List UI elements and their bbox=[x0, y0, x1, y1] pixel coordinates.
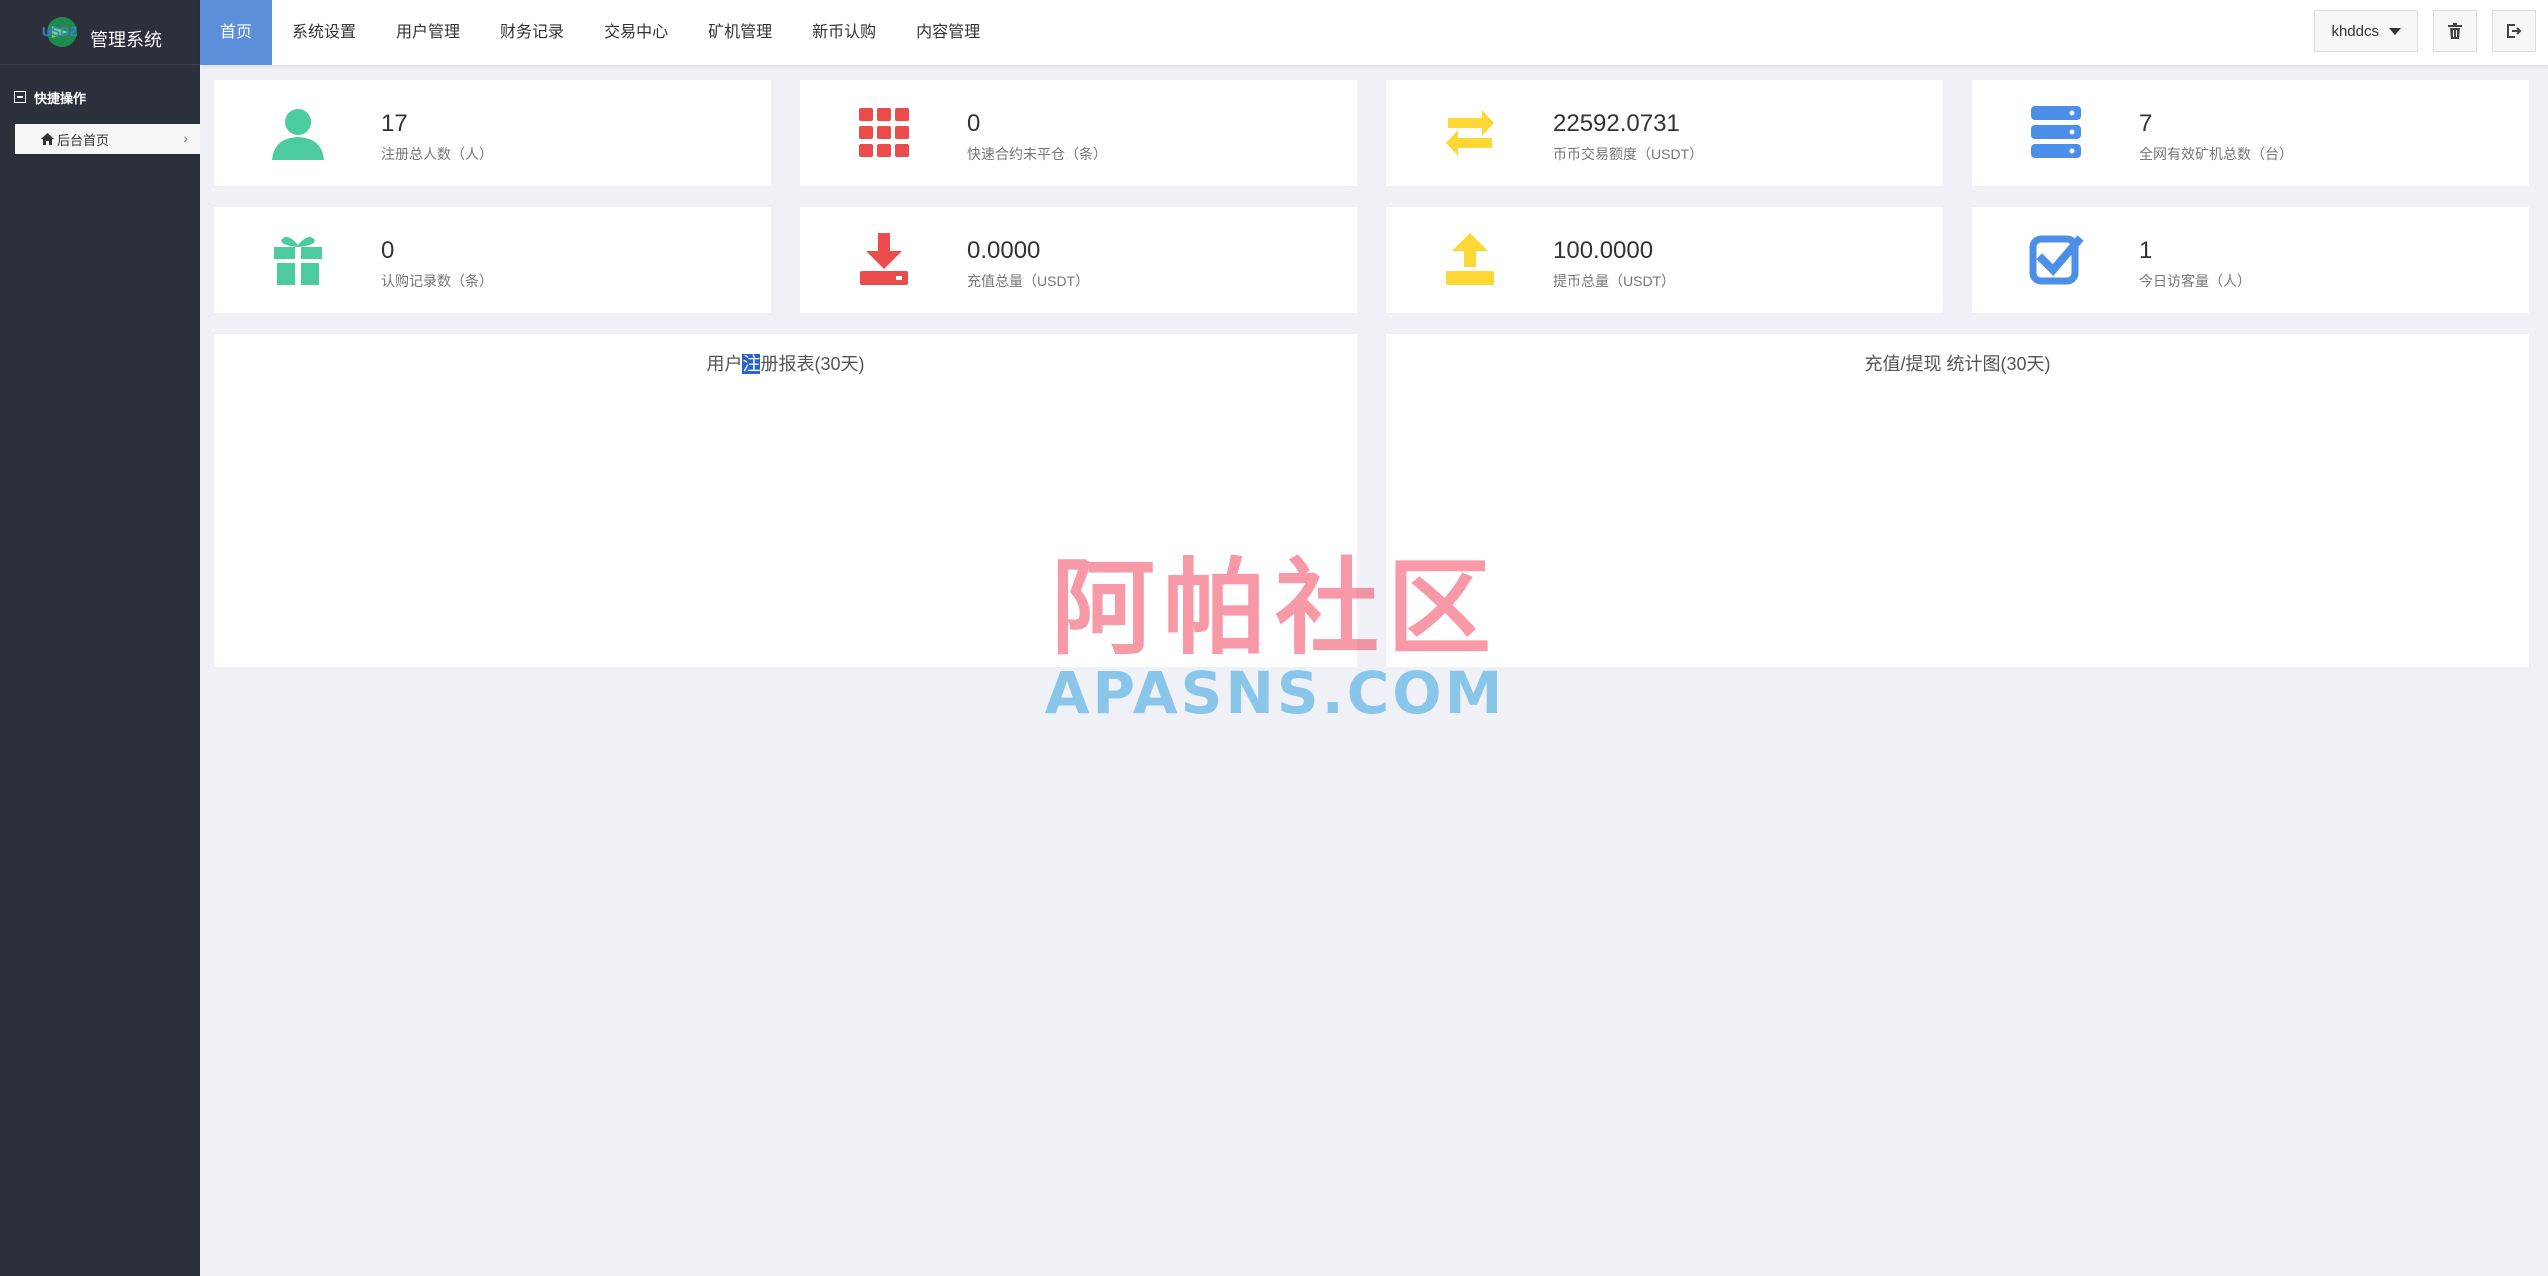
nav-finance-records[interactable]: 财务记录 bbox=[480, 0, 584, 65]
stat-value: 0.0000 bbox=[967, 237, 1041, 264]
stat-value: 100.0000 bbox=[1553, 237, 1654, 264]
nav-system-settings[interactable]: 系统设置 bbox=[272, 0, 376, 65]
title-part: 册报表(30天) bbox=[760, 354, 865, 374]
gift-icon bbox=[274, 237, 322, 285]
logout-button[interactable] bbox=[2492, 10, 2536, 52]
stat-label: 注册总人数（人） bbox=[381, 146, 493, 162]
watermark-cn: 阿帕社区 bbox=[1050, 547, 1499, 669]
nav-miner-management[interactable]: 矿机管理 bbox=[688, 0, 792, 65]
stat-value: 22592.0731 bbox=[1553, 110, 1680, 137]
sidebar-item-label: 后台首页 bbox=[57, 132, 110, 148]
home-icon bbox=[41, 133, 54, 145]
trash-icon bbox=[2448, 23, 2462, 39]
stat-label: 币币交易额度（USDT） bbox=[1553, 146, 1704, 162]
stat-label: 认购记录数（条） bbox=[381, 273, 493, 289]
sidebar-item-dashboard[interactable]: 后台首页 › bbox=[15, 124, 200, 154]
stat-label: 今日访客量（人） bbox=[2139, 273, 2251, 289]
username: khddcs bbox=[2331, 22, 2379, 40]
nav-trading-center[interactable]: 交易中心 bbox=[584, 0, 688, 65]
user-icon bbox=[272, 109, 324, 160]
title-part: 用户 bbox=[706, 354, 743, 374]
stat-card-open-contracts: 0 快速合约未平仓（条） bbox=[800, 80, 1357, 186]
stat-label: 提币总量（USDT） bbox=[1553, 273, 1676, 289]
check-square-icon bbox=[2029, 235, 2084, 285]
grid-icon bbox=[859, 108, 909, 157]
stat-card-active-miners: 7 全网有效矿机总数（台） bbox=[1972, 80, 2529, 186]
nav-user-management[interactable]: 用户管理 bbox=[376, 0, 480, 65]
stat-card-trade-volume: 22592.0731 币币交易额度（USDT） bbox=[1386, 80, 1943, 186]
stat-card-total-deposit: 0.0000 充值总量（USDT） bbox=[800, 207, 1357, 313]
watermark-en: APASNS.COM bbox=[1044, 659, 1506, 727]
nav-content-management[interactable]: 内容管理 bbox=[896, 0, 1000, 65]
upload-icon bbox=[1446, 233, 1494, 285]
quick-actions-title: 快捷操作 bbox=[34, 90, 87, 106]
stat-value: 0 bbox=[967, 110, 981, 137]
stat-card-registered-users: 17 注册总人数（人） bbox=[214, 80, 771, 186]
title-selected-part: 注 bbox=[742, 354, 761, 374]
user-menu-button[interactable]: khddcs bbox=[2314, 10, 2418, 52]
quick-actions-header[interactable]: 快捷操作 bbox=[0, 87, 200, 107]
collapse-icon[interactable] bbox=[14, 91, 26, 103]
stat-card-total-withdrawal: 100.0000 提币总量（USDT） bbox=[1386, 207, 1943, 313]
clear-cache-button[interactable] bbox=[2433, 10, 2477, 52]
main-nav: 首页 系统设置 用户管理 财务记录 交易中心 矿机管理 新币认购 内容管理 bbox=[200, 0, 2548, 65]
caret-down-icon bbox=[2389, 27, 2401, 35]
stat-label: 全网有效矿机总数（台） bbox=[2139, 146, 2293, 162]
download-icon bbox=[860, 233, 908, 285]
header-actions: khddcs bbox=[2314, 10, 2536, 52]
nav-home[interactable]: 首页 bbox=[200, 0, 273, 65]
watermark: 阿帕社区 APASNS.COM bbox=[1030, 555, 1520, 725]
logo-mark: USDZ bbox=[38, 12, 84, 52]
stat-label: 充值总量（USDT） bbox=[967, 273, 1090, 289]
stat-label: 快速合约未平仓（条） bbox=[967, 146, 1107, 162]
chevron-right-icon: › bbox=[183, 130, 188, 146]
deposit-withdrawal-chart-title: 充值/提现 统计图(30天) bbox=[1864, 354, 2051, 374]
stat-value: 1 bbox=[2139, 237, 2153, 264]
app-title: 管理系统 bbox=[90, 30, 162, 50]
stat-value: 17 bbox=[381, 110, 408, 137]
logout-icon bbox=[2507, 24, 2522, 38]
stat-value: 7 bbox=[2139, 110, 2153, 137]
stat-card-today-visitors: 1 今日访客量（人） bbox=[1972, 207, 2529, 313]
user-registration-chart-title: 用户注册报表(30天) bbox=[214, 350, 1357, 376]
stat-value: 0 bbox=[381, 237, 395, 264]
deposit-withdrawal-chart-panel: 充值/提现 统计图(30天) bbox=[1386, 334, 2529, 667]
server-icon bbox=[2031, 106, 2081, 158]
topbar: 首页 系统设置 用户管理 财务记录 交易中心 矿机管理 新币认购 内容管理 kh… bbox=[200, 0, 2548, 65]
stat-card-subscription-records: 0 认购记录数（条） bbox=[214, 207, 771, 313]
nav-new-coin-subscription[interactable]: 新币认购 bbox=[792, 0, 896, 65]
logo[interactable]: USDZ 管理系统 bbox=[0, 0, 200, 65]
svg-text:USDZ: USDZ bbox=[42, 24, 77, 39]
sidebar: USDZ 管理系统 快捷操作 后台首页 › bbox=[0, 0, 200, 1276]
exchange-icon bbox=[1446, 110, 1494, 156]
